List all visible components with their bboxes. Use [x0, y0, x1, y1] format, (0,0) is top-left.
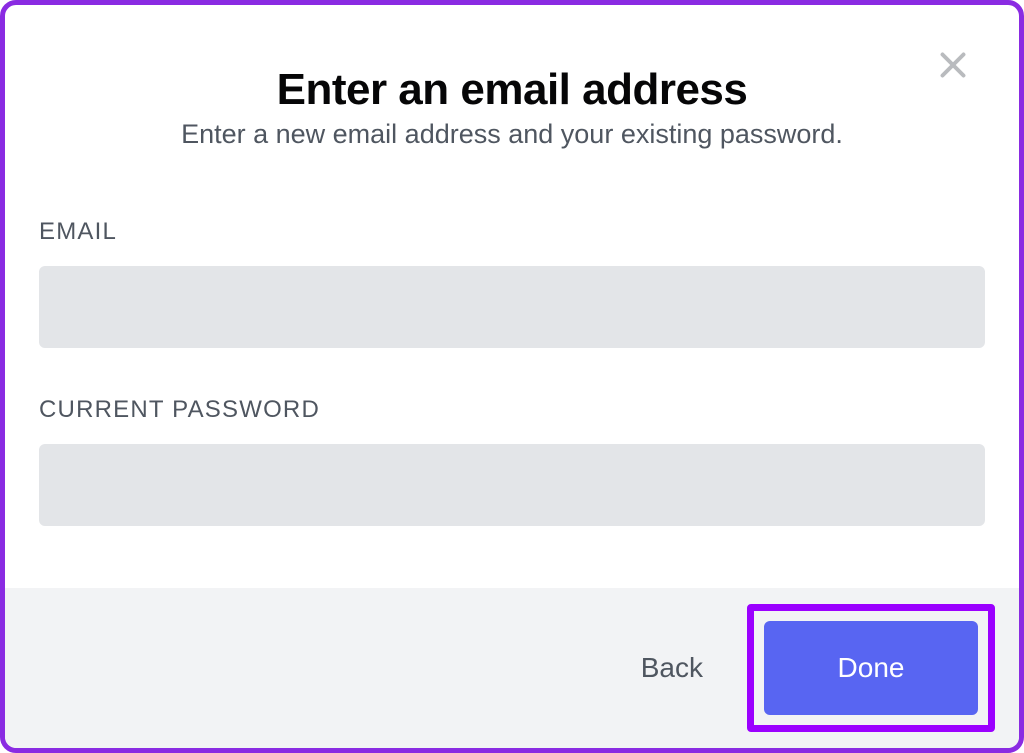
password-label: CURRENT PASSWORD — [39, 396, 985, 424]
close-button[interactable] — [931, 43, 975, 87]
modal-footer: Back Done — [5, 588, 1019, 748]
done-highlight-box: Done — [747, 604, 995, 732]
email-modal: Enter an email address Enter a new email… — [0, 0, 1024, 753]
close-icon — [935, 47, 971, 83]
email-label: EMAIL — [39, 218, 985, 246]
current-password-field[interactable] — [39, 444, 985, 526]
done-button[interactable]: Done — [764, 621, 978, 715]
back-button[interactable]: Back — [619, 634, 725, 702]
modal-body: Enter an email address Enter a new email… — [5, 5, 1019, 588]
modal-subtitle: Enter a new email address and your exist… — [39, 119, 985, 150]
modal-title: Enter an email address — [39, 65, 985, 115]
email-field[interactable] — [39, 266, 985, 348]
